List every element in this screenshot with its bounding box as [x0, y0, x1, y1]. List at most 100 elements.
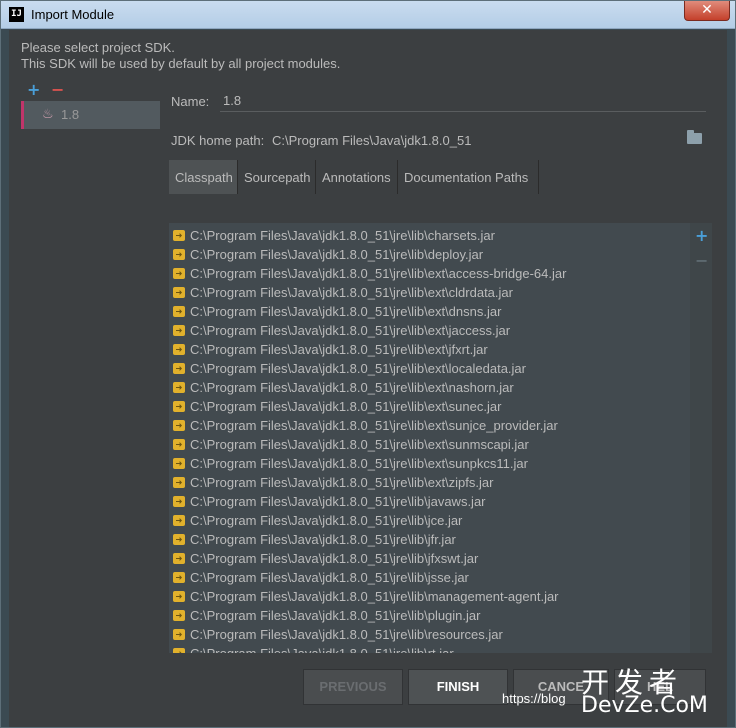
classpath-row[interactable]: C:\Program Files\Java\jdk1.8.0_51\jre\li…: [171, 265, 691, 284]
tab-documentation-paths[interactable]: Documentation Paths: [398, 160, 539, 194]
jar-icon: [173, 306, 185, 317]
jar-icon: [173, 458, 185, 469]
window-title: Import Module: [31, 7, 115, 22]
classpath-row[interactable]: C:\Program Files\Java\jdk1.8.0_51\jre\li…: [171, 550, 691, 569]
classpath-row-path: C:\Program Files\Java\jdk1.8.0_51\jre\li…: [190, 589, 559, 604]
sdk-details-panel: Name: 1.8 JDK home path: C:\Program File…: [160, 80, 715, 703]
java-icon: ♨: [42, 107, 54, 122]
jar-icon: [173, 496, 185, 507]
add-classpath-button[interactable]: +: [695, 226, 708, 245]
classpath-row[interactable]: C:\Program Files\Java\jdk1.8.0_51\jre\li…: [171, 284, 691, 303]
jar-icon: [173, 591, 185, 602]
classpath-row[interactable]: C:\Program Files\Java\jdk1.8.0_51\jre\li…: [171, 398, 691, 417]
classpath-row[interactable]: C:\Program Files\Java\jdk1.8.0_51\jre\li…: [171, 607, 691, 626]
classpath-row-path: C:\Program Files\Java\jdk1.8.0_51\jre\li…: [190, 456, 528, 471]
classpath-row[interactable]: C:\Program Files\Java\jdk1.8.0_51\jre\li…: [171, 493, 691, 512]
jar-icon: [173, 249, 185, 260]
classpath-row[interactable]: C:\Program Files\Java\jdk1.8.0_51\jre\li…: [171, 322, 691, 341]
classpath-row-path: C:\Program Files\Java\jdk1.8.0_51\jre\li…: [190, 247, 484, 262]
jar-icon: [173, 268, 185, 279]
classpath-row[interactable]: C:\Program Files\Java\jdk1.8.0_51\jre\li…: [171, 512, 691, 531]
classpath-row[interactable]: C:\Program Files\Java\jdk1.8.0_51\jre\li…: [171, 626, 691, 645]
jdk-home-label: JDK home path:: [171, 133, 265, 148]
jdk-home-path: C:\Program Files\Java\jdk1.8.0_51: [272, 133, 472, 148]
intro-text: Please select project SDK. This SDK will…: [21, 40, 340, 72]
classpath-row-path: C:\Program Files\Java\jdk1.8.0_51\jre\li…: [190, 494, 486, 509]
classpath-row-path: C:\Program Files\Java\jdk1.8.0_51\jre\li…: [190, 418, 558, 433]
classpath-row-path: C:\Program Files\Java\jdk1.8.0_51\jre\li…: [190, 532, 456, 547]
jar-icon: [173, 344, 185, 355]
jar-icon: [173, 572, 185, 583]
classpath-list[interactable]: C:\Program Files\Java\jdk1.8.0_51\jre\li…: [169, 223, 695, 703]
previous-button[interactable]: PREVIOUS: [303, 669, 403, 705]
intellij-app-icon: IJ: [9, 7, 24, 22]
classpath-row[interactable]: C:\Program Files\Java\jdk1.8.0_51\jre\li…: [171, 227, 691, 246]
jar-icon: [173, 477, 185, 488]
classpath-row[interactable]: C:\Program Files\Java\jdk1.8.0_51\jre\li…: [171, 588, 691, 607]
intro-line-2: This SDK will be used by default by all …: [21, 56, 341, 71]
jar-icon: [173, 382, 185, 393]
classpath-row-path: C:\Program Files\Java\jdk1.8.0_51\jre\li…: [190, 342, 488, 357]
tab-classpath[interactable]: Classpath: [169, 160, 238, 194]
classpath-toolbar: + −: [690, 223, 712, 703]
import-module-window: IJ Import Module ✕ Please select project…: [0, 0, 736, 728]
classpath-row[interactable]: C:\Program Files\Java\jdk1.8.0_51\jre\li…: [171, 341, 691, 360]
jar-icon: [173, 439, 185, 450]
classpath-row-path: C:\Program Files\Java\jdk1.8.0_51\jre\li…: [190, 304, 502, 319]
classpath-row[interactable]: C:\Program Files\Java\jdk1.8.0_51\jre\li…: [171, 569, 691, 588]
classpath-row[interactable]: C:\Program Files\Java\jdk1.8.0_51\jre\li…: [171, 360, 691, 379]
jar-icon: [173, 553, 185, 564]
classpath-row[interactable]: C:\Program Files\Java\jdk1.8.0_51\jre\li…: [171, 436, 691, 455]
jar-icon: [173, 363, 185, 374]
classpath-row-path: C:\Program Files\Java\jdk1.8.0_51\jre\li…: [190, 399, 502, 414]
classpath-row-path: C:\Program Files\Java\jdk1.8.0_51\jre\li…: [190, 437, 529, 452]
intro-line-1: Please select project SDK.: [21, 40, 175, 55]
jar-icon: [173, 629, 185, 640]
classpath-row[interactable]: C:\Program Files\Java\jdk1.8.0_51\jre\li…: [171, 531, 691, 550]
sdk-list-item-label: 1.8: [61, 107, 80, 122]
jar-icon: [173, 420, 185, 431]
jar-icon: [173, 534, 185, 545]
classpath-row-path: C:\Program Files\Java\jdk1.8.0_51\jre\li…: [190, 228, 495, 243]
classpath-row-path: C:\Program Files\Java\jdk1.8.0_51\jre\li…: [190, 323, 511, 338]
classpath-row[interactable]: C:\Program Files\Java\jdk1.8.0_51\jre\li…: [171, 303, 691, 322]
classpath-row-path: C:\Program Files\Java\jdk1.8.0_51\jre\li…: [190, 608, 481, 623]
jar-icon: [173, 610, 185, 621]
sdk-list-item[interactable]: ♨ 1.8: [21, 101, 160, 129]
classpath-row-path: C:\Program Files\Java\jdk1.8.0_51\jre\li…: [190, 627, 503, 642]
dialog-body: Please select project SDK. This SDK will…: [9, 30, 727, 727]
jar-icon: [173, 325, 185, 336]
finish-button[interactable]: FINISH: [408, 669, 508, 705]
watermark-brand: DevZe.CoM: [581, 693, 708, 718]
watermark-url: https://blog: [502, 691, 566, 706]
classpath-row-path: C:\Program Files\Java\jdk1.8.0_51\jre\li…: [190, 266, 567, 281]
close-button[interactable]: ✕: [684, 1, 730, 21]
jar-icon: [173, 401, 185, 412]
tab-sourcepath[interactable]: Sourcepath: [238, 160, 316, 194]
classpath-row[interactable]: C:\Program Files\Java\jdk1.8.0_51\jre\li…: [171, 379, 691, 398]
title-bar[interactable]: IJ Import Module ✕: [1, 1, 735, 29]
classpath-row-path: C:\Program Files\Java\jdk1.8.0_51\jre\li…: [190, 570, 469, 585]
jar-icon: [173, 230, 185, 241]
classpath-row-path: C:\Program Files\Java\jdk1.8.0_51\jre\li…: [190, 380, 514, 395]
folder-icon[interactable]: [687, 130, 702, 144]
classpath-row-path: C:\Program Files\Java\jdk1.8.0_51\jre\li…: [190, 513, 463, 528]
classpath-row-path: C:\Program Files\Java\jdk1.8.0_51\jre\li…: [190, 361, 526, 376]
classpath-row-path: C:\Program Files\Java\jdk1.8.0_51\jre\li…: [190, 475, 494, 490]
sdk-list: ♨ 1.8: [21, 101, 160, 701]
classpath-row-path: C:\Program Files\Java\jdk1.8.0_51\jre\li…: [190, 285, 513, 300]
jar-icon: [173, 287, 185, 298]
classpath-row[interactable]: C:\Program Files\Java\jdk1.8.0_51\jre\li…: [171, 474, 691, 493]
jar-icon: [173, 515, 185, 526]
classpath-row[interactable]: C:\Program Files\Java\jdk1.8.0_51\jre\li…: [171, 417, 691, 436]
classpath-row-path: C:\Program Files\Java\jdk1.8.0_51\jre\li…: [190, 551, 479, 566]
classpath-row[interactable]: C:\Program Files\Java\jdk1.8.0_51\jre\li…: [171, 246, 691, 265]
classpath-row[interactable]: C:\Program Files\Java\jdk1.8.0_51\jre\li…: [171, 455, 691, 474]
name-field[interactable]: 1.8: [220, 88, 706, 112]
remove-classpath-button[interactable]: −: [695, 251, 708, 270]
tab-annotations[interactable]: Annotations: [316, 160, 398, 194]
add-sdk-button[interactable]: +: [27, 80, 40, 99]
sdk-toolbar: + −: [21, 80, 161, 100]
remove-sdk-button[interactable]: −: [51, 80, 64, 99]
name-label: Name:: [171, 94, 210, 109]
